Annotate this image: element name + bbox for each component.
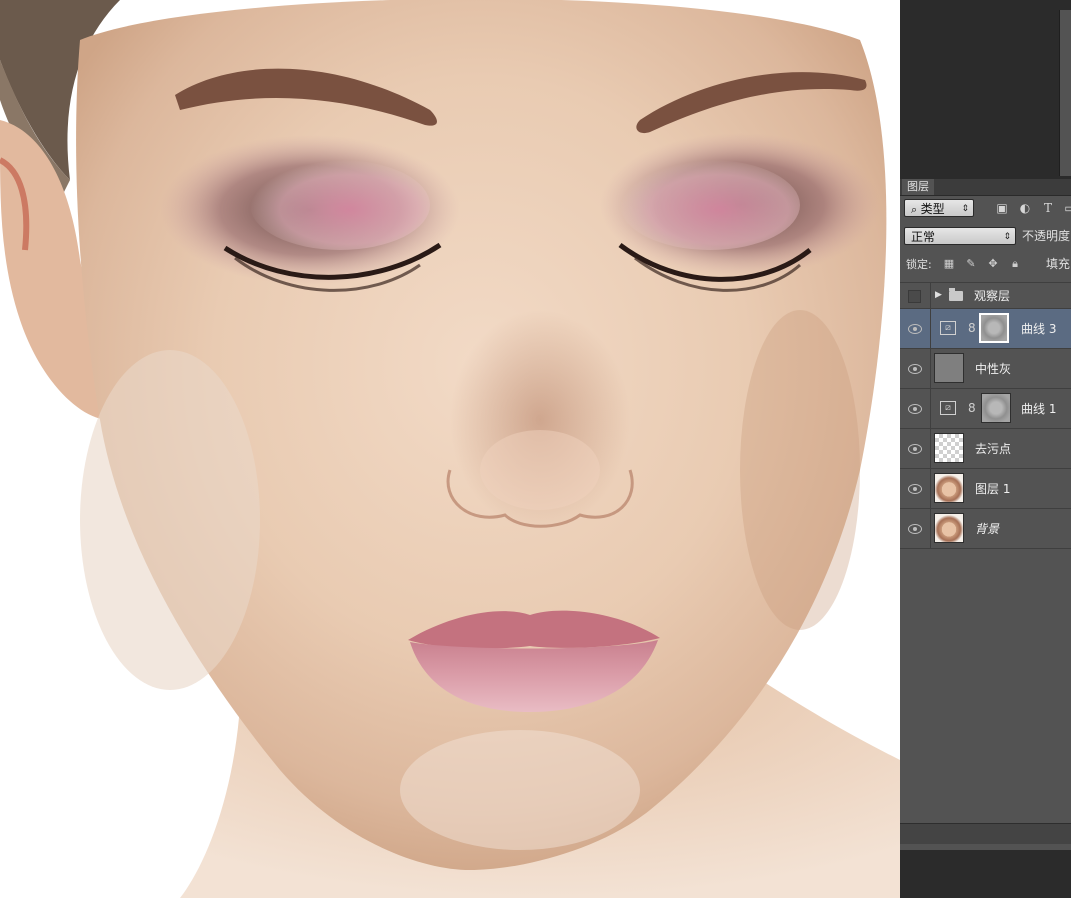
- tab-layers[interactable]: 图层: [902, 179, 934, 195]
- fill-label: 填充: [1046, 257, 1071, 271]
- eye-icon: [908, 523, 922, 534]
- layer-mask-thumbnail[interactable]: [979, 313, 1009, 343]
- layer-list: ▶ 观察层 ⧄ 8 曲线 3 中性灰 ⧄ 8 曲线 1 去污点 图层 1 背景: [900, 282, 1071, 549]
- properties-panel-edge: [1059, 10, 1071, 176]
- image-filter-icon[interactable]: ▣: [994, 200, 1010, 216]
- visibility-toggle[interactable]: [900, 283, 931, 308]
- curves-adjustment-icon: ⧄: [940, 401, 956, 415]
- properties-panel-glyph: [1063, 14, 1071, 28]
- visibility-toggle[interactable]: [900, 469, 931, 508]
- lock-pixels-brush-icon[interactable]: ✎: [964, 257, 978, 271]
- visibility-off-box: [908, 290, 921, 303]
- select-arrows-icon: ⇕: [1003, 232, 1011, 242]
- layer-name: 背景: [975, 522, 1000, 536]
- blend-mode-value: 正常: [911, 230, 936, 244]
- properties-panel-glyph: [1063, 72, 1071, 86]
- filter-kind-select[interactable]: ⌕ 类型 ⇕: [904, 199, 974, 217]
- layers-panel-scrollbar[interactable]: [900, 823, 1071, 844]
- visibility-toggle[interactable]: [900, 349, 931, 388]
- layer-name: 中性灰: [975, 362, 1012, 376]
- layer-row-curves-1[interactable]: ⧄ 8 曲线 1: [900, 388, 1071, 428]
- type-filter-icon[interactable]: T: [1040, 200, 1056, 216]
- eye-icon: [908, 443, 922, 454]
- layer-thumbnail[interactable]: [934, 433, 964, 463]
- opacity-label: 不透明度: [1022, 229, 1071, 243]
- layers-panel: 图层 ⌕ 类型 ⇕ ▣ ◐ T ▭ 正常 ⇕ 不透明度 锁定: ▦ ✎ ✥ 🔒︎…: [900, 179, 1071, 855]
- eye-icon: [908, 403, 922, 414]
- layer-name: 曲线 3: [1021, 322, 1057, 336]
- document-canvas[interactable]: [0, 0, 900, 898]
- search-icon: ⌕: [911, 203, 921, 216]
- layer-mask-thumbnail[interactable]: [981, 393, 1011, 423]
- lock-position-move-icon[interactable]: ✥: [986, 257, 1000, 271]
- layer-row-neutral-gray[interactable]: 中性灰: [900, 348, 1071, 388]
- eye-icon: [908, 483, 922, 494]
- link-chain-icon[interactable]: 8: [968, 321, 976, 335]
- layer-thumbnail[interactable]: [934, 473, 964, 503]
- shape-filter-icon[interactable]: ▭: [1062, 200, 1071, 216]
- layer-thumbnail[interactable]: [934, 513, 964, 543]
- portrait-photo: [0, 0, 900, 898]
- layer-row-spot-removal[interactable]: 去污点: [900, 428, 1071, 468]
- filter-kind-label: 类型: [920, 202, 945, 216]
- panel-dock-bottom: [900, 850, 1071, 898]
- adjustment-filter-icon[interactable]: ◐: [1017, 200, 1033, 216]
- visibility-toggle[interactable]: [900, 389, 931, 428]
- curves-adjustment-icon: ⧄: [940, 321, 956, 335]
- layer-name: 去污点: [975, 442, 1012, 456]
- layer-row-layer-1[interactable]: 图层 1: [900, 468, 1071, 508]
- layer-row-group[interactable]: ▶ 观察层: [900, 282, 1071, 308]
- layer-name: 图层 1: [975, 482, 1011, 496]
- link-chain-icon[interactable]: 8: [968, 401, 976, 415]
- lock-label: 锁定:: [906, 258, 932, 271]
- visibility-toggle[interactable]: [900, 309, 931, 348]
- blend-mode-select[interactable]: 正常 ⇕: [904, 227, 1016, 245]
- lock-transparency-icon[interactable]: ▦: [942, 257, 956, 271]
- layer-row-background[interactable]: 背景: [900, 508, 1071, 549]
- layer-filter-row: ⌕ 类型 ⇕ ▣ ◐ T ▭: [900, 196, 1071, 220]
- blend-mode-row: 正常 ⇕ 不透明度: [900, 224, 1071, 248]
- eye-icon: [908, 323, 922, 334]
- visibility-toggle[interactable]: [900, 509, 931, 548]
- layer-name: 曲线 1: [1021, 402, 1057, 416]
- visibility-toggle[interactable]: [900, 429, 931, 468]
- eye-icon: [908, 363, 922, 374]
- lock-row: 锁定: ▦ ✎ ✥ 🔒︎ 填充: [900, 254, 1071, 278]
- layer-thumbnail[interactable]: [934, 353, 964, 383]
- folder-icon: [949, 288, 963, 301]
- expand-arrow-icon[interactable]: ▶: [935, 290, 942, 301]
- lock-all-icon[interactable]: 🔒︎: [1008, 257, 1022, 271]
- layer-row-curves-3[interactable]: ⧄ 8 曲线 3: [900, 308, 1071, 348]
- select-arrows-icon: ⇕: [961, 204, 969, 214]
- layers-tab-bar: 图层: [900, 179, 1071, 196]
- layer-name: 观察层: [974, 289, 1011, 303]
